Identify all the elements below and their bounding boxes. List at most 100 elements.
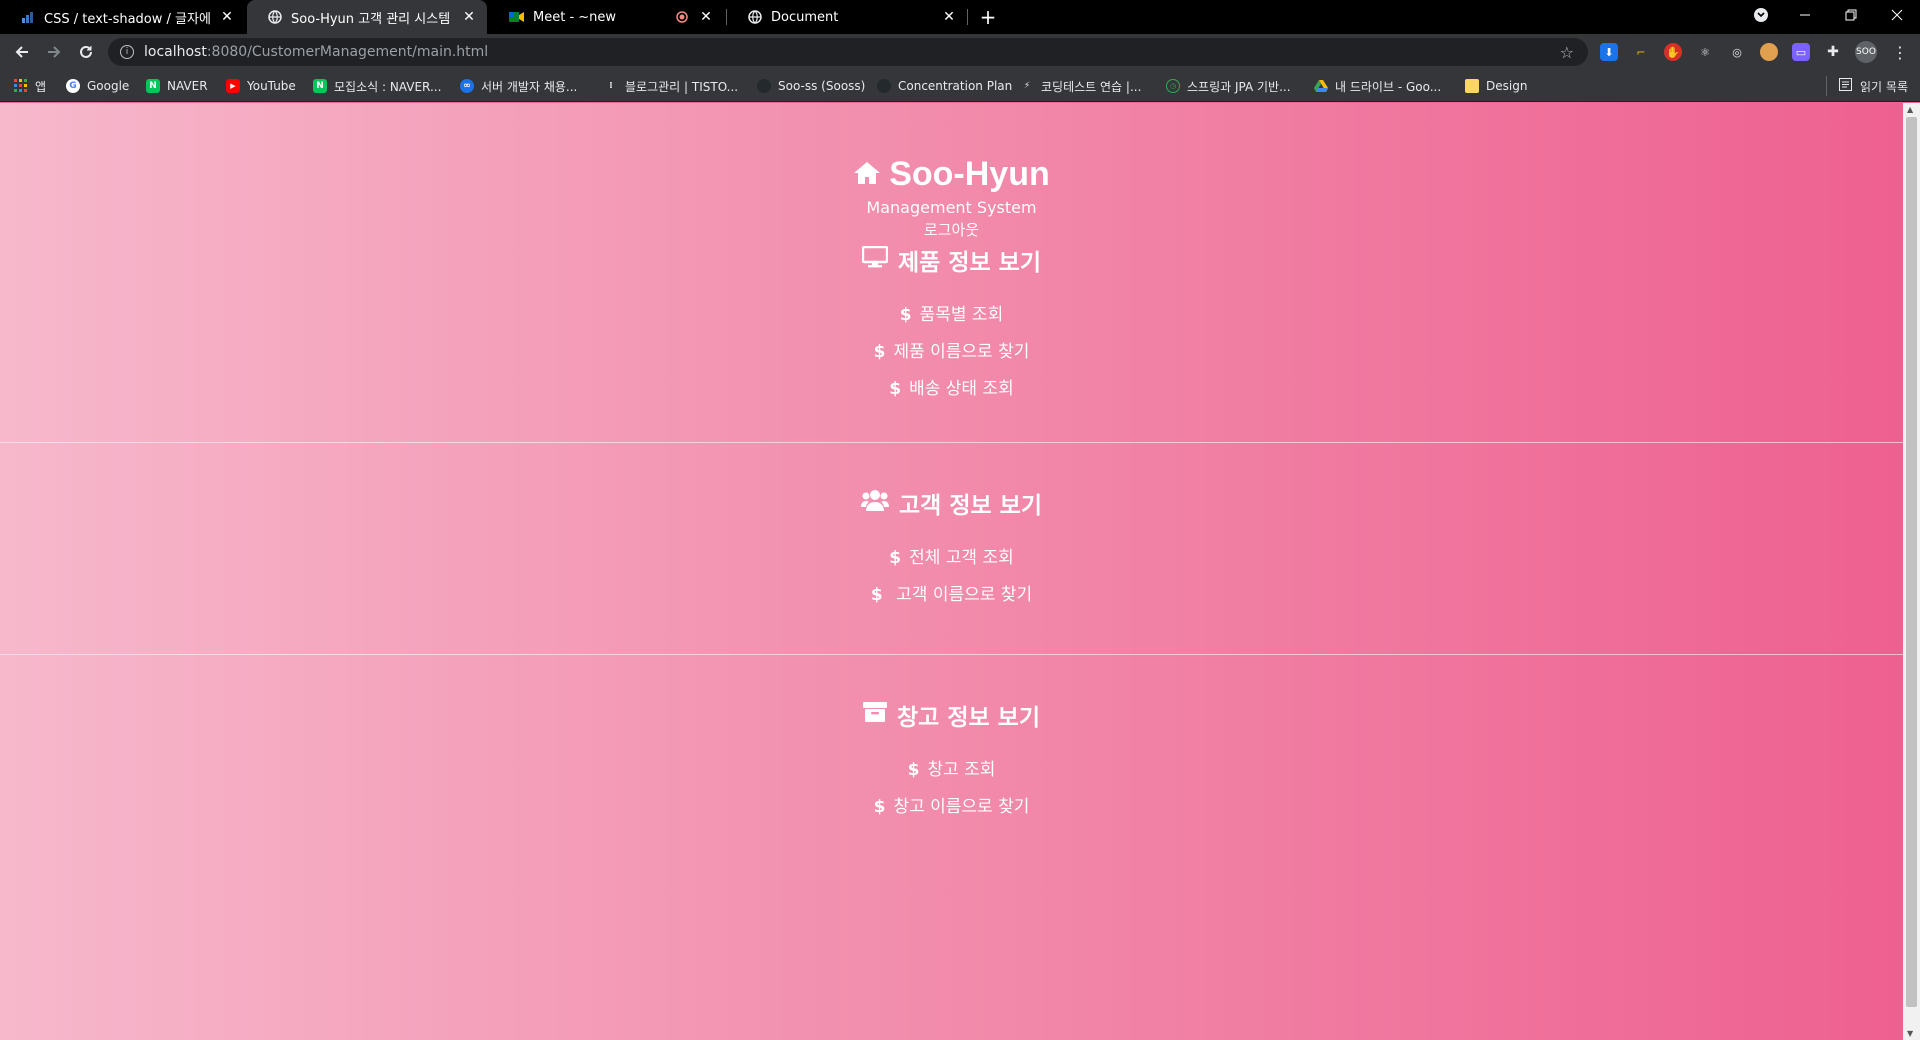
link-customer-by-name[interactable]: $ 고객 이름으로 찾기 — [0, 577, 1903, 614]
scrollbar-thumb[interactable] — [1906, 117, 1917, 1007]
bookmark-google-drive[interactable]: 내 드라이브 - Goo... — [1314, 76, 1441, 96]
programmers-icon: ⚡ — [1023, 81, 1031, 91]
section-title-text: 고객 정보 보기 — [899, 493, 1042, 519]
dollar-icon: $ — [899, 305, 912, 325]
section-title: 창고 정보 보기 — [863, 698, 1040, 732]
bookmark-star-icon[interactable]: ☆ — [1560, 43, 1574, 62]
bookmark-concentration-plan[interactable]: Concentration Plan — [877, 76, 1012, 96]
bookmark-server-dev[interactable]: ∞ 서버 개발자 채용... — [460, 76, 577, 96]
scroll-up-icon[interactable]: ▲ — [1907, 105, 1913, 114]
forward-button[interactable] — [40, 38, 68, 66]
react-extension-icon[interactable]: ⚛ — [1696, 43, 1714, 61]
section-products: 제품 정보 보기 $ 품목별 조회 $ 제품 이름으로 찾기 $ 배송 상태 조회 — [0, 243, 1903, 408]
inflearn-icon: ◷ — [1166, 79, 1180, 93]
link-label: 품목별 조회 — [919, 305, 1004, 325]
bookmark-tistory[interactable]: ⁞ 블로그관리 | TISTO... — [604, 76, 738, 96]
bookmark-label: Google — [87, 79, 130, 93]
jobs-site-icon: ∞ — [460, 79, 474, 93]
tab-strip: CSS / text-shadow / 글자에 그림자 ✕ Soo-Hyun 고… — [0, 0, 1920, 34]
brand-link[interactable]: Soo-Hyun — [853, 155, 1050, 194]
profile-avatar[interactable]: SOO — [1855, 41, 1877, 63]
bookmark-naver[interactable]: N NAVER — [146, 76, 208, 96]
naver-icon: N — [146, 79, 160, 93]
bookmark-label: 서버 개발자 채용... — [481, 79, 578, 94]
bookmark-label: 스프링과 JPA 기반... — [1187, 79, 1291, 94]
flag-extension-icon[interactable]: ⌐ — [1632, 43, 1650, 61]
back-button[interactable] — [8, 38, 36, 66]
brand-subtitle: Management System — [866, 198, 1037, 217]
bookmark-design[interactable]: Design — [1465, 76, 1527, 96]
tab-document[interactable]: Document ✕ — [727, 0, 967, 34]
logout-link[interactable]: 로그아웃 — [924, 219, 979, 240]
bookmark-label: Design — [1486, 79, 1528, 93]
link-label: 창고 조회 — [927, 760, 996, 780]
restore-button[interactable] — [1828, 0, 1874, 30]
link-all-customers[interactable]: $ 전체 고객 조회 — [0, 540, 1903, 577]
link-product-by-item[interactable]: $ 품목별 조회 — [0, 297, 1903, 334]
link-label: 창고 이름으로 찾기 — [893, 797, 1030, 817]
menu-icon[interactable]: ⋮ — [1890, 41, 1910, 63]
link-warehouse-list[interactable]: $ 창고 조회 — [0, 752, 1903, 789]
folder-icon — [1465, 79, 1479, 93]
tab-title: Document — [771, 9, 839, 25]
tab-soo-hyun[interactable]: Soo-Hyun 고객 관리 시스템 ✕ — [247, 0, 487, 34]
naver-icon: N — [313, 79, 327, 93]
reload-button[interactable] — [72, 38, 100, 66]
tab-css-text-shadow[interactable]: CSS / text-shadow / 글자에 그림자 ✕ — [0, 0, 245, 34]
section-title-text: 제품 정보 보기 — [898, 250, 1041, 276]
info-icon[interactable]: i — [120, 45, 134, 59]
minimize-button[interactable] — [1782, 0, 1828, 30]
meet-icon — [509, 9, 525, 25]
link-label: 배송 상태 조회 — [909, 379, 1014, 399]
globe-icon — [267, 9, 283, 25]
section-title: 고객 정보 보기 — [861, 486, 1042, 520]
tab-title: CSS / text-shadow / 글자에 그림자 — [44, 11, 211, 27]
recording-icon — [674, 9, 690, 25]
github-icon — [877, 79, 891, 93]
bookmark-google[interactable]: G Google — [66, 76, 129, 96]
address-bar[interactable]: i localhost:8080/CustomerManagement/main… — [108, 38, 1588, 66]
video-extension-icon[interactable]: ▭ — [1792, 43, 1810, 61]
dollar-icon: $ — [889, 379, 902, 399]
bookmark-youtube[interactable]: ▶ YouTube — [226, 76, 296, 96]
link-warehouse-by-name[interactable]: $ 창고 이름으로 찾기 — [0, 789, 1903, 826]
reading-list-icon — [1839, 78, 1853, 94]
reading-list-button[interactable]: 읽기 목록 — [1826, 76, 1908, 96]
section-links: $ 창고 조회 $ 창고 이름으로 찾기 — [0, 752, 1903, 826]
dollar-icon: $ — [889, 548, 902, 568]
tab-search-icon[interactable] — [1738, 0, 1784, 30]
url-text: localhost:8080/CustomerManagement/main.h… — [144, 44, 489, 60]
close-icon[interactable]: ✕ — [461, 9, 477, 25]
close-icon[interactable]: ✕ — [941, 9, 957, 25]
vertical-scrollbar[interactable]: ▲ ▼ — [1903, 103, 1920, 1040]
puzzle-icon[interactable]: ✚ — [1824, 43, 1842, 61]
link-shipping-status[interactable]: $ 배송 상태 조회 — [0, 371, 1903, 408]
section-divider — [0, 442, 1903, 443]
download-extension-icon[interactable]: ⬇ — [1600, 43, 1618, 61]
bookmark-coding-test[interactable]: ⚡ 코딩테스트 연습 |... — [1020, 76, 1142, 96]
target-extension-icon[interactable]: ◎ — [1728, 43, 1746, 61]
link-label: 전체 고객 조회 — [909, 548, 1014, 568]
tab-meet[interactable]: Meet - ~new ✕ — [489, 0, 724, 34]
bookmark-github-sooss[interactable]: Soo-ss (Sooss) — [757, 76, 865, 96]
new-tab-button[interactable]: + — [975, 4, 1001, 30]
adblock-extension-icon[interactable]: ✋ — [1664, 43, 1682, 61]
bookmark-spring-jpa[interactable]: ◷ 스프링과 JPA 기반... — [1166, 76, 1291, 96]
tistory-icon: ⁞ — [609, 81, 613, 91]
bookmark-apps[interactable]: 앱 — [14, 76, 46, 96]
close-window-button[interactable] — [1874, 0, 1920, 30]
link-product-by-name[interactable]: $ 제품 이름으로 찾기 — [0, 334, 1903, 371]
bookmark-label: 앱 — [35, 79, 47, 94]
page-content: Soo-Hyun Management System 로그아웃 제품 정보 보기… — [0, 103, 1903, 1040]
dollar-icon: $ — [873, 797, 886, 817]
dollar-icon: $ — [907, 760, 920, 780]
cookie-extension-icon[interactable] — [1760, 43, 1778, 61]
browser-toolbar: i localhost:8080/CustomerManagement/main… — [0, 34, 1920, 70]
close-icon[interactable]: ✕ — [219, 9, 235, 25]
section-links: $ 품목별 조회 $ 제품 이름으로 찾기 $ 배송 상태 조회 — [0, 297, 1903, 408]
bookmark-naver-recruit[interactable]: N 모집소식 : NAVER... — [313, 76, 441, 96]
bookmark-label: 코딩테스트 연습 |... — [1041, 79, 1142, 94]
bookmark-label: Concentration Plan — [898, 79, 1013, 93]
scroll-down-icon[interactable]: ▼ — [1907, 1029, 1913, 1038]
close-icon[interactable]: ✕ — [698, 9, 714, 25]
